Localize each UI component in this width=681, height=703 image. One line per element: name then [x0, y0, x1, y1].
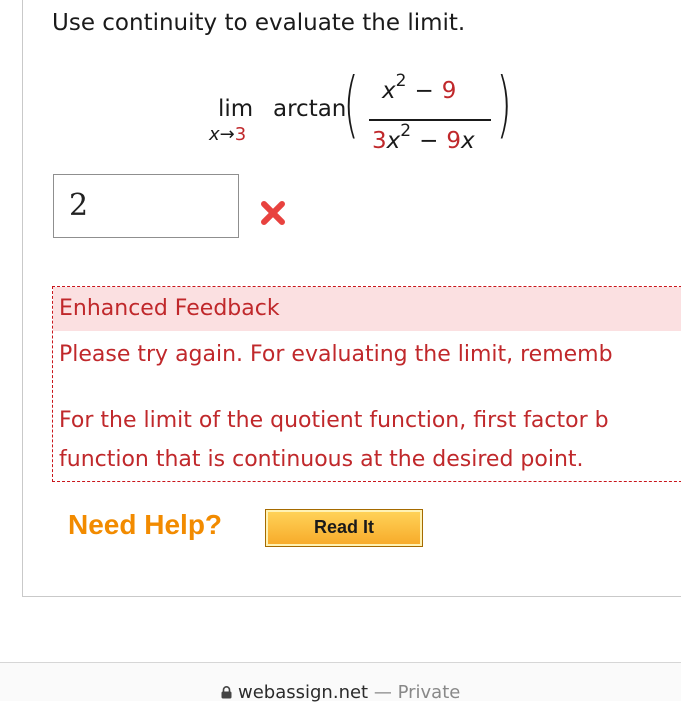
feedback-header: Enhanced Feedback — [53, 287, 681, 331]
sub-variable: x — [209, 124, 220, 145]
denominator: 3x2−9x — [372, 121, 475, 154]
red-x-icon — [261, 201, 285, 225]
fraction-bar — [369, 119, 491, 121]
sub-value: 3 — [234, 124, 247, 145]
right-paren: ) — [496, 62, 512, 146]
feedback-line-1: Please try again. For evaluating the lim… — [59, 342, 613, 367]
question-prompt: Use continuity to evaluate the limit. — [52, 10, 466, 36]
answer-input[interactable]: 2 — [53, 174, 239, 238]
lim-subscript: x→3 — [209, 124, 246, 145]
lock-icon — [221, 686, 232, 699]
function-name: arctan — [273, 96, 347, 122]
feedback-line-2: For the limit of the quotient function, … — [59, 408, 609, 433]
lim-word: lim — [218, 96, 254, 122]
need-help-label: Need Help? — [68, 509, 223, 540]
enhanced-feedback-panel: Enhanced Feedback Please try again. For … — [52, 286, 681, 482]
numerator: x2−9 — [382, 71, 457, 104]
feedback-line-3: function that is continuous at the desir… — [59, 447, 584, 472]
read-it-button[interactable]: Read It — [265, 509, 423, 547]
sub-arrow: → — [219, 124, 235, 145]
left-paren: ( — [343, 62, 359, 146]
